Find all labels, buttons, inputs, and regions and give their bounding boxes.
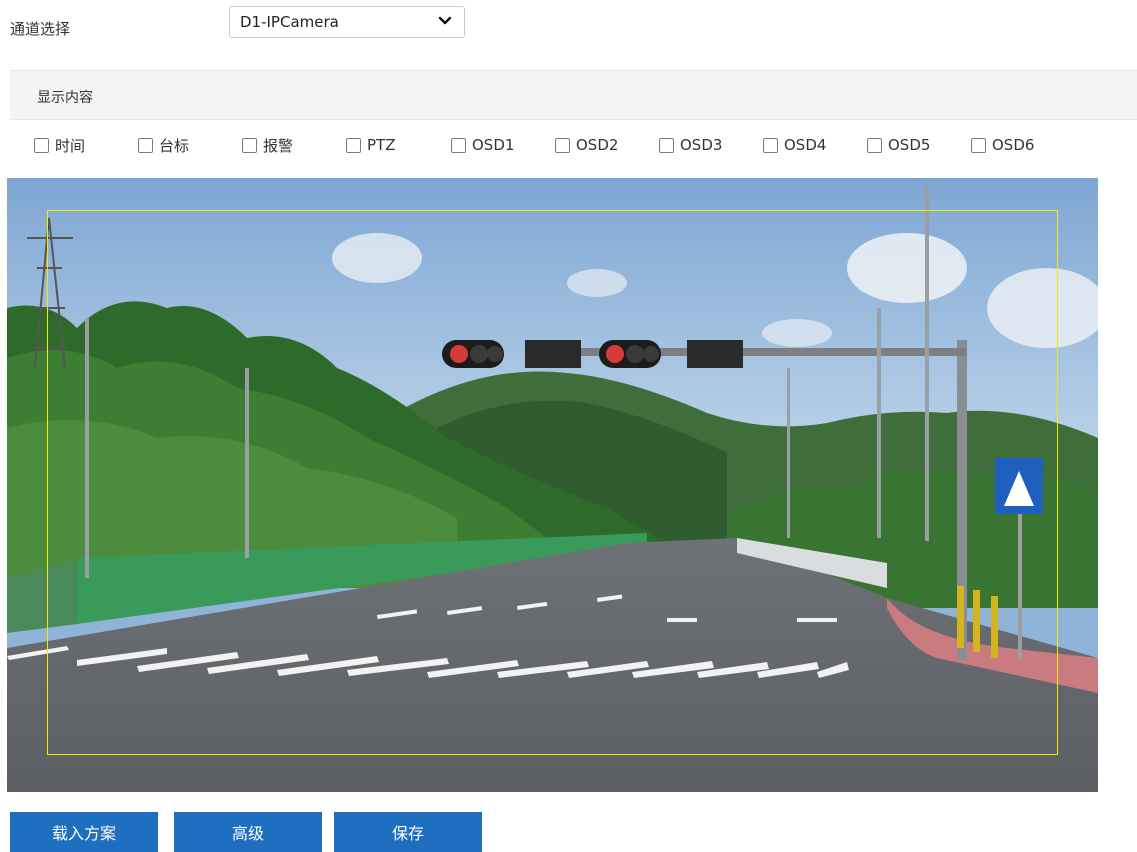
osd-settings-page: 通道选择 D1-IPCamera 显示内容 时间 台标 报警 PTZ OSD1: [0, 0, 1137, 852]
checkbox-osd2[interactable]: OSD2: [555, 134, 618, 156]
checkbox-box[interactable]: [34, 137, 49, 153]
advanced-button[interactable]: 高级: [174, 812, 322, 852]
channel-select[interactable]: D1-IPCamera: [229, 6, 465, 38]
checkbox-label: 台标: [159, 136, 190, 155]
channel-select-label: 通道选择: [10, 20, 71, 38]
load-scheme-button[interactable]: 载入方案: [10, 812, 158, 852]
save-button[interactable]: 保存: [334, 812, 482, 852]
display-options: 时间 台标 报警 PTZ OSD1 OSD2 OSD3 OSD4 OSD5 OS…: [0, 134, 1137, 156]
checkbox-ptz[interactable]: PTZ: [346, 134, 395, 156]
checkbox-osd6[interactable]: OSD6: [971, 134, 1034, 156]
video-preview[interactable]: [7, 178, 1098, 792]
checkbox-label: 报警: [263, 136, 294, 155]
channel-select-value: D1-IPCamera: [240, 13, 339, 31]
checkbox-osd4[interactable]: OSD4: [763, 134, 826, 156]
checkbox-label: OSD2: [576, 136, 619, 154]
section-title: 显示内容: [37, 90, 93, 106]
checkbox-label: PTZ: [367, 136, 396, 154]
checkbox-box[interactable]: [242, 137, 257, 153]
checkbox-time[interactable]: 时间: [34, 134, 85, 156]
checkbox-label: OSD3: [680, 136, 723, 154]
checkbox-box[interactable]: [451, 137, 466, 153]
checkbox-box[interactable]: [867, 137, 882, 153]
checkbox-box[interactable]: [346, 137, 361, 153]
checkbox-osd5[interactable]: OSD5: [867, 134, 930, 156]
camera-scene-image: [7, 178, 1098, 792]
checkbox-station-logo[interactable]: 台标: [138, 134, 189, 156]
checkbox-box[interactable]: [555, 137, 570, 153]
chevron-down-icon: [438, 16, 452, 25]
checkbox-box[interactable]: [659, 137, 674, 153]
checkbox-osd1[interactable]: OSD1: [451, 134, 514, 156]
checkbox-label: OSD6: [992, 136, 1035, 154]
checkbox-box[interactable]: [138, 137, 153, 153]
checkbox-label: OSD1: [472, 136, 515, 154]
checkbox-label: OSD4: [784, 136, 827, 154]
checkbox-label: OSD5: [888, 136, 931, 154]
checkbox-label: 时间: [55, 136, 86, 155]
checkbox-box[interactable]: [763, 137, 778, 153]
checkbox-box[interactable]: [971, 137, 986, 153]
checkbox-alarm[interactable]: 报警: [242, 134, 293, 156]
checkbox-osd3[interactable]: OSD3: [659, 134, 722, 156]
display-content-header: 显示内容: [10, 70, 1137, 120]
